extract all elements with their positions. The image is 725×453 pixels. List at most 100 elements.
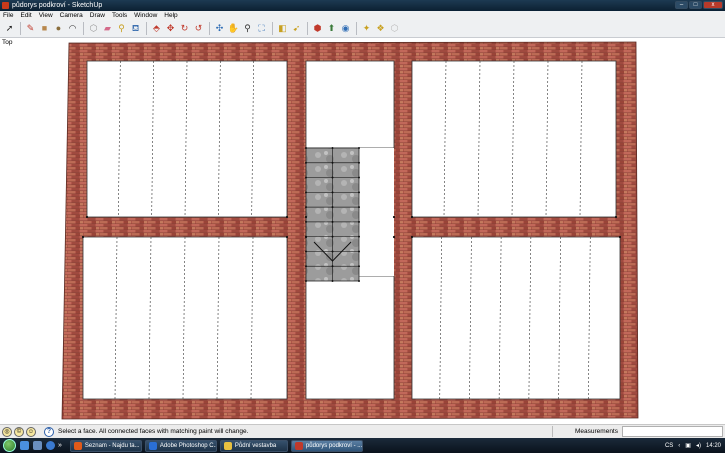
room-floor[interactable] <box>411 60 617 218</box>
select-arrow-icon[interactable]: ➚ <box>3 22 16 35</box>
google-earth-icon[interactable]: ◉ <box>339 22 352 35</box>
taskbar-button[interactable]: Adobe Photoshop C... <box>144 439 217 452</box>
arc-icon[interactable]: ◠ <box>66 22 79 35</box>
menu-window[interactable]: Window <box>134 12 157 19</box>
floor-plan-drawing[interactable] <box>0 38 725 424</box>
place-model-icon[interactable]: ⬡ <box>388 22 401 35</box>
title-bar: půdorys podkroví - SketchUp – □ x <box>0 0 725 11</box>
wall-vertex <box>81 235 85 239</box>
wall-vertex <box>85 215 89 219</box>
staircase[interactable] <box>305 147 360 282</box>
make-component-icon[interactable]: ⬡ <box>87 22 100 35</box>
stair-vertex <box>331 265 334 268</box>
circle-icon[interactable]: ● <box>52 22 65 35</box>
stair-vertex <box>305 147 307 149</box>
internet-explorer-icon[interactable] <box>46 441 55 450</box>
room-floor[interactable] <box>86 60 288 218</box>
stair-vertex <box>358 235 360 238</box>
tray-expand-icon[interactable]: ‹ <box>678 443 680 449</box>
stair-vertex <box>331 220 334 223</box>
toolbar-separator <box>83 22 84 35</box>
orbit-icon[interactable]: ✣ <box>213 22 226 35</box>
rectangle-icon[interactable]: ■ <box>38 22 51 35</box>
taskbar-app-icon <box>294 441 303 450</box>
credits-icon[interactable]: © <box>14 426 24 437</box>
eraser-icon[interactable]: ▰ <box>101 22 114 35</box>
start-button[interactable] <box>3 439 16 452</box>
room-floor[interactable] <box>305 275 395 400</box>
window-controls: – □ x <box>675 1 723 9</box>
zoom-extents-icon[interactable]: ⛶ <box>255 22 268 35</box>
menu-help[interactable]: Help <box>164 12 177 19</box>
share-model-icon[interactable]: ⬆ <box>325 22 338 35</box>
paint-bucket-icon[interactable]: ⛾ <box>129 22 142 35</box>
show-desktop-icon[interactable] <box>20 441 29 450</box>
network-icon[interactable]: ▣ <box>685 442 691 449</box>
user-icon[interactable]: ☺ <box>26 426 36 437</box>
menu-draw[interactable]: Draw <box>90 12 105 19</box>
taskbar-button[interactable]: Seznam - Najdu ta... <box>69 439 142 452</box>
help-icon[interactable]: ? <box>44 426 54 437</box>
measurements-label: Measurements <box>552 426 622 437</box>
offset-icon[interactable]: ↺ <box>192 22 205 35</box>
zoom-icon[interactable]: ⚲ <box>241 22 254 35</box>
menu-bar: File Edit View Camera Draw Tools Window Help <box>0 11 725 20</box>
status-bar: ◎ © ☺ ? Select a face. All connected fac… <box>0 424 725 438</box>
menu-tools[interactable]: Tools <box>112 12 127 19</box>
wall-vertex <box>392 235 396 239</box>
switch-windows-icon[interactable] <box>33 441 42 450</box>
taskbar-button[interactable]: Půdní vestavba <box>219 439 288 452</box>
get-models-icon[interactable]: ⬢ <box>311 22 324 35</box>
measurements-input[interactable] <box>622 426 723 437</box>
volume-icon[interactable]: ◂) <box>696 442 701 449</box>
system-tray: CS ‹ ▣ ◂) 14:20 <box>660 438 725 453</box>
menu-file[interactable]: File <box>3 12 13 19</box>
next-view-icon[interactable]: ➹ <box>290 22 303 35</box>
stair-vertex <box>331 161 334 164</box>
geo-location-icon[interactable]: ◎ <box>2 426 12 437</box>
previous-view-icon[interactable]: ◧ <box>276 22 289 35</box>
tape-measure-icon[interactable]: ⚲ <box>115 22 128 35</box>
move-icon[interactable]: ✥ <box>164 22 177 35</box>
stair-vertex <box>331 191 334 194</box>
pencil-icon[interactable]: ✎ <box>24 22 37 35</box>
stair-vertex <box>305 250 307 253</box>
wall-vertex <box>618 235 622 239</box>
toolbar-separator <box>146 22 147 35</box>
menu-view[interactable]: View <box>39 12 53 19</box>
language-indicator[interactable]: CS <box>665 443 673 449</box>
toggle-terrain-icon[interactable]: ❖ <box>374 22 387 35</box>
taskbar-buttons: Seznam - Najdu ta... Adobe Photoshop C...… <box>62 439 363 452</box>
stair-vertex <box>331 176 334 179</box>
toolbar-separator <box>272 22 273 35</box>
wall-vertex <box>614 215 618 219</box>
sketchup-app-icon <box>2 2 9 9</box>
rotate-icon[interactable]: ↻ <box>178 22 191 35</box>
stair-vertex <box>358 280 360 282</box>
drawing-viewport[interactable]: Top <box>0 38 725 424</box>
taskbar-button[interactable]: půdorys podkroví - ... <box>290 439 363 452</box>
maximize-button[interactable]: □ <box>689 1 702 9</box>
wall-vertex <box>410 215 414 219</box>
minimize-button[interactable]: – <box>675 1 688 9</box>
wall-vertex <box>304 235 308 239</box>
sketchup-window: půdorys podkroví - SketchUp – □ x File Ed… <box>0 0 725 453</box>
taskbar-app-icon <box>73 441 82 450</box>
stair-vertex <box>358 220 360 223</box>
menu-camera[interactable]: Camera <box>60 12 83 19</box>
push-pull-icon[interactable]: ⬘ <box>150 22 163 35</box>
menu-edit[interactable]: Edit <box>20 12 31 19</box>
close-button[interactable]: x <box>703 1 723 9</box>
stair-vertex <box>331 147 334 149</box>
stair-vertex <box>305 280 307 282</box>
clock[interactable]: 14:20 <box>706 443 721 449</box>
stair-vertex <box>331 250 334 253</box>
stair-vertex <box>358 176 360 179</box>
window-title: půdorys podkroví - SketchUp <box>12 2 103 9</box>
room-floor[interactable] <box>305 60 395 149</box>
stair-vertex <box>305 220 307 223</box>
get-current-view-icon[interactable]: ✦ <box>360 22 373 35</box>
taskbar-button-label: Půdní vestavba <box>234 442 277 449</box>
pan-icon[interactable]: ✋ <box>227 22 240 35</box>
main-toolbar: ➚ ✎ ■ ● ◠ ⬡ ▰ ⚲ ⛾ ⬘ ✥ ↻ ↺ ✣ ✋ ⚲ ⛶ ◧ ➹ ⬢ ⬆ ◉ ✦ ❖ ⬡ <box>0 20 725 38</box>
